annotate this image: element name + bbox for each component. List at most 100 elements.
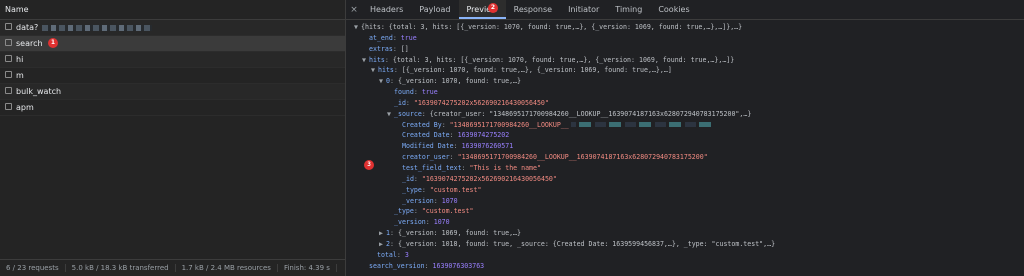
json-key: hits [369,55,385,64]
request-name: bulk_watch [16,87,62,96]
json-key: extras [369,44,393,53]
tree-row[interactable]: ▶ 1: {_version: 1069, found: true,…} [346,228,1024,239]
tree-row[interactable]: _version: 1070 [346,196,1024,207]
json-key: _id [394,98,406,107]
json-value: "custom.test" [429,185,482,194]
node-summary: {_version: 1018, found: true, _source: {… [397,239,776,248]
collapse-triangle-icon[interactable]: ▶ [379,228,386,239]
request-row-search[interactable]: search 1 [0,36,345,52]
annotation-badge-1: 1 [48,38,58,48]
json-key: at_end [369,33,393,42]
network-status-bar: 6 / 23 requests 5.0 kB / 18.3 kB transfer… [0,259,345,276]
json-key: Created Date [402,131,450,140]
finish-time: Finish: 4.39 s [277,264,337,272]
tree-row[interactable]: _id: "1639074275202x562690216430056450" [346,174,1024,185]
json-value: true [400,33,417,42]
tree-row[interactable]: ▼ hits: {total: 3, hits: [{_version: 1070… [346,55,1024,66]
json-key: hits [378,66,394,75]
json-key: Created By [402,120,442,129]
tab-timing[interactable]: Timing [607,0,650,19]
tab-response[interactable]: Response [506,0,560,19]
json-value: 1639076260571 [461,142,514,151]
tree-row-root[interactable]: ▼ {hits: {total: 3, hits: [{_version: 107… [346,22,1024,33]
expand-triangle-icon[interactable]: ▼ [379,76,386,87]
request-name: hi [16,55,24,64]
node-summary: {total: 3, hits: [{_version: 1070, found… [392,55,735,64]
request-checkbox[interactable] [5,103,12,110]
request-detail-pane: × Headers Payload Preview Response Initi… [346,0,1024,276]
tree-row[interactable]: creator_user: "1348695171700984260__LOOK… [346,152,1024,163]
json-key: test_field_text [402,163,462,172]
tree-row[interactable]: ▼ 0: {_version: 1070, found: true,…} [346,76,1024,87]
json-key: _source [394,109,422,118]
json-key: Modified Date [402,142,454,151]
request-row-data[interactable]: data? [0,20,345,36]
request-checkbox[interactable] [5,87,12,94]
tab-preview[interactable]: Preview [458,0,506,19]
tab-cookies[interactable]: Cookies [650,0,697,19]
json-value: 1639074275202 [457,131,510,140]
json-value: 3 [404,250,409,259]
json-value: 1639076303763 [432,261,485,270]
json-key: found [394,88,414,97]
tab-headers[interactable]: Headers [362,0,411,19]
request-name: m [16,71,24,80]
tree-row[interactable]: Created Date: 1639074275202 [346,130,1024,141]
json-key: search_version [369,261,425,270]
request-name: search [16,39,43,48]
tree-row[interactable]: _type: "custom.test" [346,185,1024,196]
node-summary: {creator_user: "1348695171700984260__LOO… [429,109,752,118]
tree-row[interactable]: at_end: true [346,33,1024,44]
json-key: _version [394,218,426,227]
expand-triangle-icon[interactable]: ▼ [354,22,361,33]
node-summary: {hits: {total: 3, hits: [{_version: 1070… [361,23,743,31]
close-icon[interactable]: × [346,5,362,15]
tab-payload[interactable]: Payload [411,0,458,19]
json-key: _type [402,185,422,194]
request-checkbox[interactable] [5,55,12,62]
collapse-triangle-icon[interactable]: ▶ [379,239,386,250]
tree-row[interactable]: Modified Date: 1639076260571 [346,141,1024,152]
tree-row[interactable]: ▶ 2: {_version: 1018, found: true, _sourc… [346,239,1024,250]
tree-row[interactable]: Created By: "1348695171700984260__LOOKUP… [346,120,1024,131]
tree-row[interactable]: search_version: 1639076303763 [346,261,1024,272]
tree-row[interactable]: ▼ _source: {creator_user: "13486951717009… [346,109,1024,120]
tree-row[interactable]: found: true [346,87,1024,98]
request-list-pane: Name data? search 1 hi m bulk_watch apm … [0,0,346,276]
tree-row[interactable]: extras: [] [346,44,1024,55]
expand-triangle-icon[interactable]: ▼ [371,65,378,76]
node-summary: {_version: 1070, found: true,…} [397,77,522,86]
request-row-bulk-watch[interactable]: bulk_watch [0,84,345,100]
request-count: 6 / 23 requests [0,264,66,272]
json-value: "1639074275202x562690216430056450" [413,98,549,107]
tree-row[interactable]: _version: 1070 [346,217,1024,228]
request-checkbox[interactable] [5,39,12,46]
json-value: "custom.test" [421,207,474,216]
json-value: "This is the name" [469,163,541,172]
name-column-header[interactable]: Name [0,0,345,20]
tree-row[interactable]: ▼ hits: [{_version: 1070, found: true,…},… [346,65,1024,76]
tab-initiator[interactable]: Initiator [560,0,607,19]
request-checkbox[interactable] [5,23,12,30]
transferred-size: 5.0 kB / 18.3 kB transferred [65,264,176,272]
request-row-apm[interactable]: apm [0,100,345,116]
tree-row[interactable]: _id: "1639074275202x562690216430056450" [346,98,1024,109]
request-name: data? [16,23,39,32]
tree-row[interactable]: _type: "custom.test" [346,206,1024,217]
json-key: total [377,250,397,259]
request-checkbox[interactable] [5,71,12,78]
tree-row[interactable]: total: 3 [346,250,1024,261]
detail-tab-bar: × Headers Payload Preview Response Initi… [346,0,1024,20]
request-row-hi[interactable]: hi [0,52,345,68]
devtools-network-panel: Name data? search 1 hi m bulk_watch apm … [0,0,1024,276]
request-row-m[interactable]: m [0,68,345,84]
tree-row[interactable]: test_field_text: "This is the name" [346,163,1024,174]
json-value: 1070 [433,218,450,227]
json-key: _type [394,207,414,216]
json-key: _version [402,196,434,205]
json-value: 1070 [441,196,458,205]
expand-triangle-icon[interactable]: ▼ [362,55,369,66]
node-summary: [{_version: 1070, found: true,…}, {_vers… [401,66,672,75]
json-value: [] [400,44,409,53]
expand-triangle-icon[interactable]: ▼ [387,109,394,120]
